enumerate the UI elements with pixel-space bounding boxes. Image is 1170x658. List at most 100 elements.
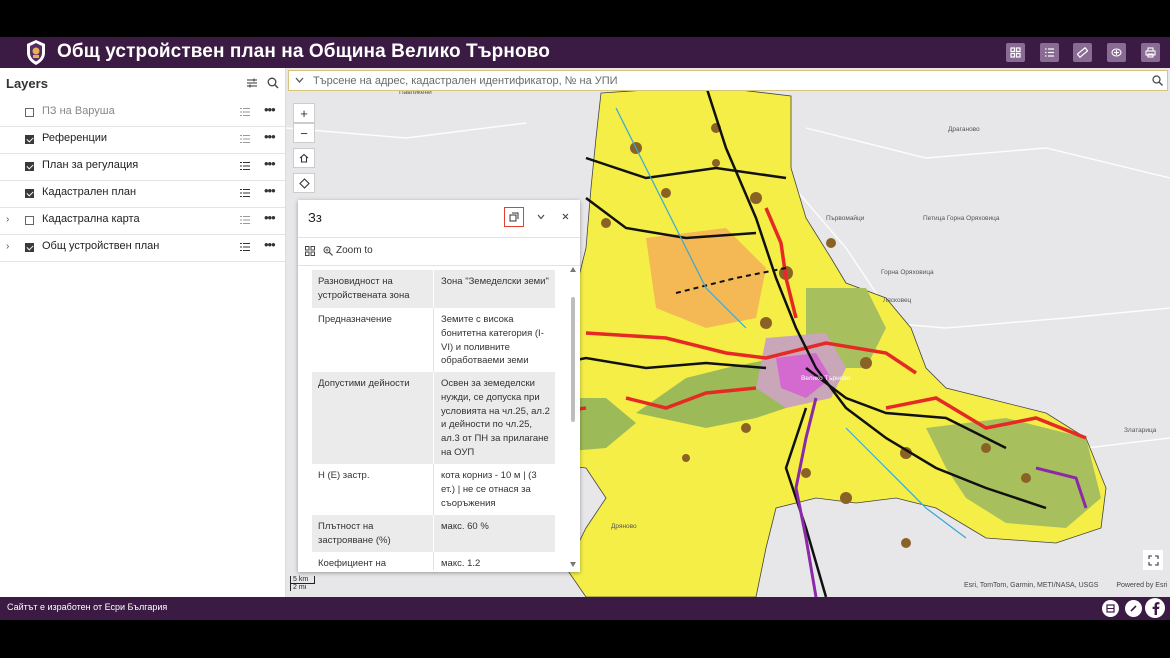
legend-button[interactable] [1040,43,1059,62]
attribute-value: Освен за земеделски нужди, се допуска пр… [441,378,550,458]
popup-action-bar: Zoom to [298,237,580,266]
layers-panel-header: Layers [0,68,285,98]
layer-search-button[interactable] [266,76,279,89]
legend-list-icon[interactable] [240,161,250,171]
collapse-chevron-icon[interactable] [537,214,545,220]
place-label: Петица Горна Оряховица [923,215,1000,222]
attribute-key: Плътност на застрояване (%) [318,521,391,546]
layer-visibility-checkbox[interactable] [25,216,34,225]
legend-list-icon[interactable] [240,188,250,198]
layer-item-kadastralna-karta[interactable]: › Кадастрална карта ••• [0,207,285,235]
home-button[interactable] [293,148,315,168]
sliders-icon [247,78,257,88]
close-icon[interactable] [562,213,569,220]
table-row: Допустими дейности Освен за земеделски н… [312,372,555,464]
link-icon [1130,605,1137,612]
attribution-text: Esri, TomTom, Garmin, METI/NASA, USGS [964,582,1099,589]
more-options-icon[interactable]: ••• [264,102,276,117]
table-row: Н (Е) застр. кота корниз - 10 м | (3 ет.… [312,464,555,515]
attribute-value: Зона "Земеделски земи" [441,276,549,287]
table-row: Плътност на застрояване (%) макс. 60 % [312,515,555,552]
table-row: Разновидност на устройствената зона Зона… [312,270,555,308]
grid-icon[interactable] [305,246,315,256]
grid-icon [1010,47,1021,58]
measure-icon [1077,47,1088,58]
layer-visibility-checkbox[interactable] [25,243,34,252]
more-options-icon[interactable]: ••• [264,129,276,144]
scroll-up-icon[interactable] [570,267,576,272]
zoom-in-button[interactable]: + [293,103,315,123]
layer-visibility-checkbox[interactable] [25,189,34,198]
attribute-key: Разновидност на устройствената зона [318,276,410,301]
scale-bar: 5 km 2 mi [290,576,315,591]
measure-button[interactable] [1073,43,1092,62]
layer-item-label: ПЗ на Варуша [42,105,115,117]
more-options-icon[interactable]: ••• [264,210,276,225]
website-link-button[interactable] [1125,600,1142,617]
more-options-icon[interactable]: ••• [264,156,276,171]
legend-list-icon[interactable] [240,107,250,117]
place-label: Златарица [1124,427,1157,434]
map-attribution: Esri, TomTom, Garmin, METI/NASA, USGS Po… [964,582,1167,589]
dock-icon [509,212,519,222]
popup-scrollbar[interactable] [571,297,575,422]
footer-credit: Сайтът е изработен от Есри България [7,602,168,612]
place-label: Горна Оряховица [881,269,934,276]
attribute-key: Допустими дейности [318,378,410,389]
layer-visibility-checkbox[interactable] [25,162,34,171]
layer-visibility-checkbox[interactable] [25,135,34,144]
esri-link-button[interactable] [1102,600,1119,617]
chevron-down-icon[interactable] [295,77,304,84]
app-header: Общ устройствен план на Община Велико Тъ… [0,37,1170,68]
legend-list-icon[interactable] [240,242,250,252]
layers-panel-title: Layers [6,76,48,91]
layer-item-kadastralen-plan[interactable]: Кадастрален план ••• [0,180,285,208]
powered-by-esri[interactable]: Powered by Esri [1116,582,1167,589]
minus-icon: − [300,125,308,141]
locate-button[interactable] [293,173,315,193]
place-label: Дряново [611,523,637,530]
place-label: Велико Търново [801,375,851,382]
more-options-icon[interactable]: ••• [264,183,276,198]
layer-settings-button[interactable] [246,77,258,89]
address-search[interactable] [288,70,1168,91]
layer-item-label: Кадастрален план [42,186,137,198]
fullscreen-button[interactable] [1143,550,1163,570]
search-icon[interactable] [1152,75,1163,86]
layer-item-pz-varusha[interactable]: ПЗ на Варуша ••• [0,99,285,127]
print-icon [1145,47,1156,58]
locate-icon [298,177,310,189]
layer-visibility-checkbox[interactable] [25,108,34,117]
layer-item-obsht-ustroistven-plan[interactable]: › Общ устройствен план ••• [0,234,285,262]
more-options-icon[interactable]: ••• [264,237,276,252]
legend-list-icon[interactable] [240,215,250,225]
facebook-link-button[interactable] [1145,598,1165,618]
dock-button[interactable] [504,207,524,227]
municipality-crest-icon [27,40,45,65]
table-row: Коефициент на макс. 1.2 [312,552,555,570]
search-input[interactable] [313,73,1133,88]
basemap-gallery-button[interactable] [1006,43,1025,62]
app-footer: Сайтът е изработен от Есри България [0,597,1170,620]
layers-panel: Layers ПЗ на Варуша ••• Референции ••• П… [0,68,286,597]
attribute-value: кота корниз - 10 м | (3 ет.) | не се отн… [441,470,537,509]
search-icon [267,77,278,88]
scale-mi: 2 mi [290,584,311,591]
place-label: Лясковец [883,297,912,304]
zoom-out-button[interactable]: − [293,123,315,143]
zoom-to-button[interactable]: Zoom to [336,245,373,256]
page-title: Общ устройствен план на Община Велико Тъ… [57,41,550,62]
layer-list-button[interactable] [1107,43,1126,62]
layers-icon [1111,48,1122,57]
chevron-right-icon[interactable]: › [6,241,9,252]
feature-popup: Зз Zoom to Разновидност на устройственат… [298,200,580,572]
scroll-down-icon[interactable] [570,562,576,567]
attribute-value: макс. 60 % [441,521,489,532]
chevron-right-icon[interactable]: › [6,214,9,225]
legend-list-icon[interactable] [240,134,250,144]
layer-item-plan-regulacia[interactable]: План за регулация ••• [0,153,285,181]
expand-icon [1147,554,1159,566]
layer-item-label: Референции [42,132,108,144]
layer-item-referencii[interactable]: Референции ••• [0,126,285,154]
print-button[interactable] [1141,43,1160,62]
